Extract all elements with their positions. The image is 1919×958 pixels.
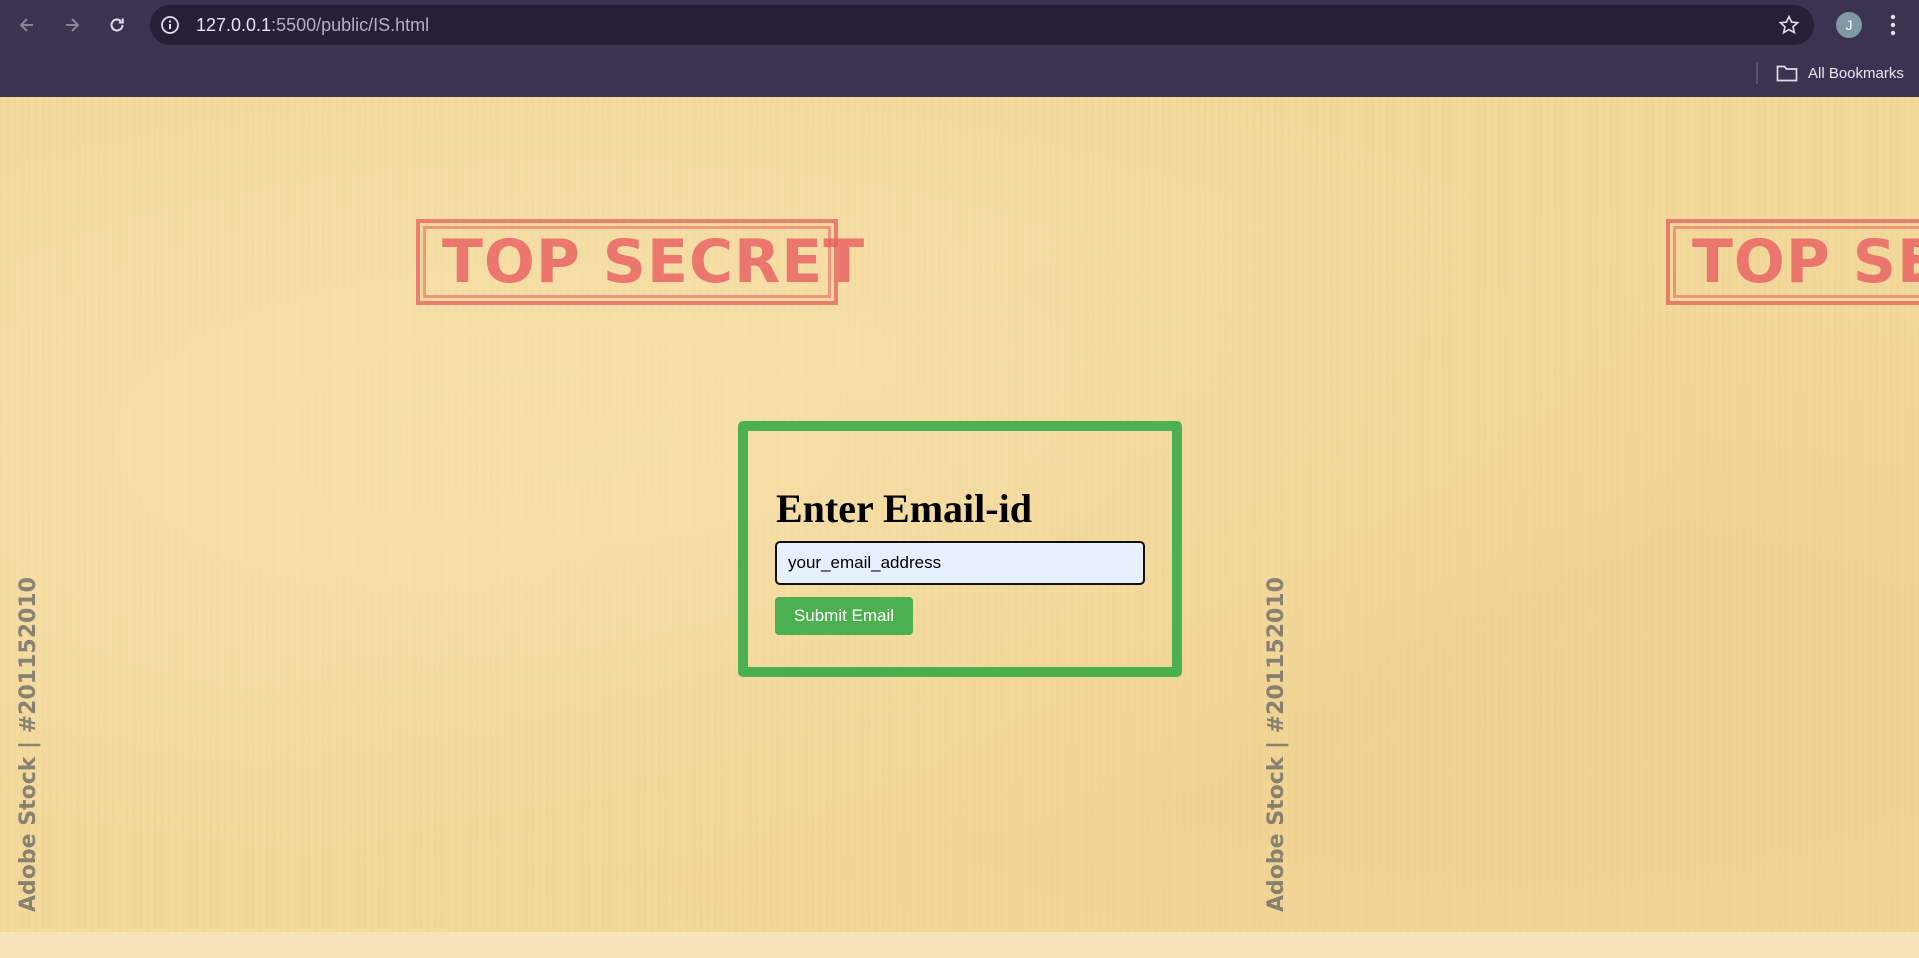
page-content: TOP SECRET TOP SEC Adobe Stock | #201152…: [0, 97, 1919, 958]
form-heading: Enter Email-id: [776, 486, 1032, 531]
reload-button[interactable]: [100, 8, 134, 42]
bookmarks-divider: [1756, 62, 1758, 84]
background-edge-strip: [0, 932, 1919, 958]
top-secret-stamp: TOP SECRET: [416, 219, 864, 305]
folder-icon: [1776, 65, 1798, 82]
bookmarks-bar: All Bookmarks: [0, 50, 1919, 97]
browser-toolbar: 127.0.0.1:5500/public/IS.html J: [0, 0, 1919, 50]
email-form-card: Enter Email-id Submit Email: [738, 421, 1182, 677]
back-button[interactable]: [10, 8, 44, 42]
top-secret-stamp-partial: TOP SEC: [1666, 219, 1919, 305]
back-icon: [19, 18, 33, 32]
info-icon[interactable]: [160, 15, 180, 35]
url-text[interactable]: 127.0.0.1:5500/public/IS.html: [196, 5, 429, 45]
all-bookmarks-button[interactable]: All Bookmarks: [1776, 59, 1904, 87]
forward-button[interactable]: [55, 8, 89, 42]
browser-chrome: 127.0.0.1:5500/public/IS.html J All Book…: [0, 0, 1919, 97]
kebab-menu-icon[interactable]: [1882, 12, 1904, 38]
star-icon[interactable]: [1778, 14, 1800, 36]
stock-watermark: Adobe Stock | #201152010: [16, 577, 41, 912]
url-path: :5500/public/IS.html: [271, 15, 430, 35]
address-bar[interactable]: 127.0.0.1:5500/public/IS.html: [150, 5, 1814, 45]
all-bookmarks-label: All Bookmarks: [1808, 64, 1904, 82]
profile-avatar[interactable]: J: [1836, 12, 1862, 38]
reload-icon: [110, 18, 124, 32]
stock-watermark-repeat: Adobe Stock | #201152010: [1264, 577, 1289, 912]
url-host: 127.0.0.1: [196, 15, 272, 35]
submit-email-button[interactable]: Submit Email: [775, 597, 913, 635]
forward-icon: [66, 18, 80, 32]
email-input[interactable]: [775, 541, 1145, 585]
